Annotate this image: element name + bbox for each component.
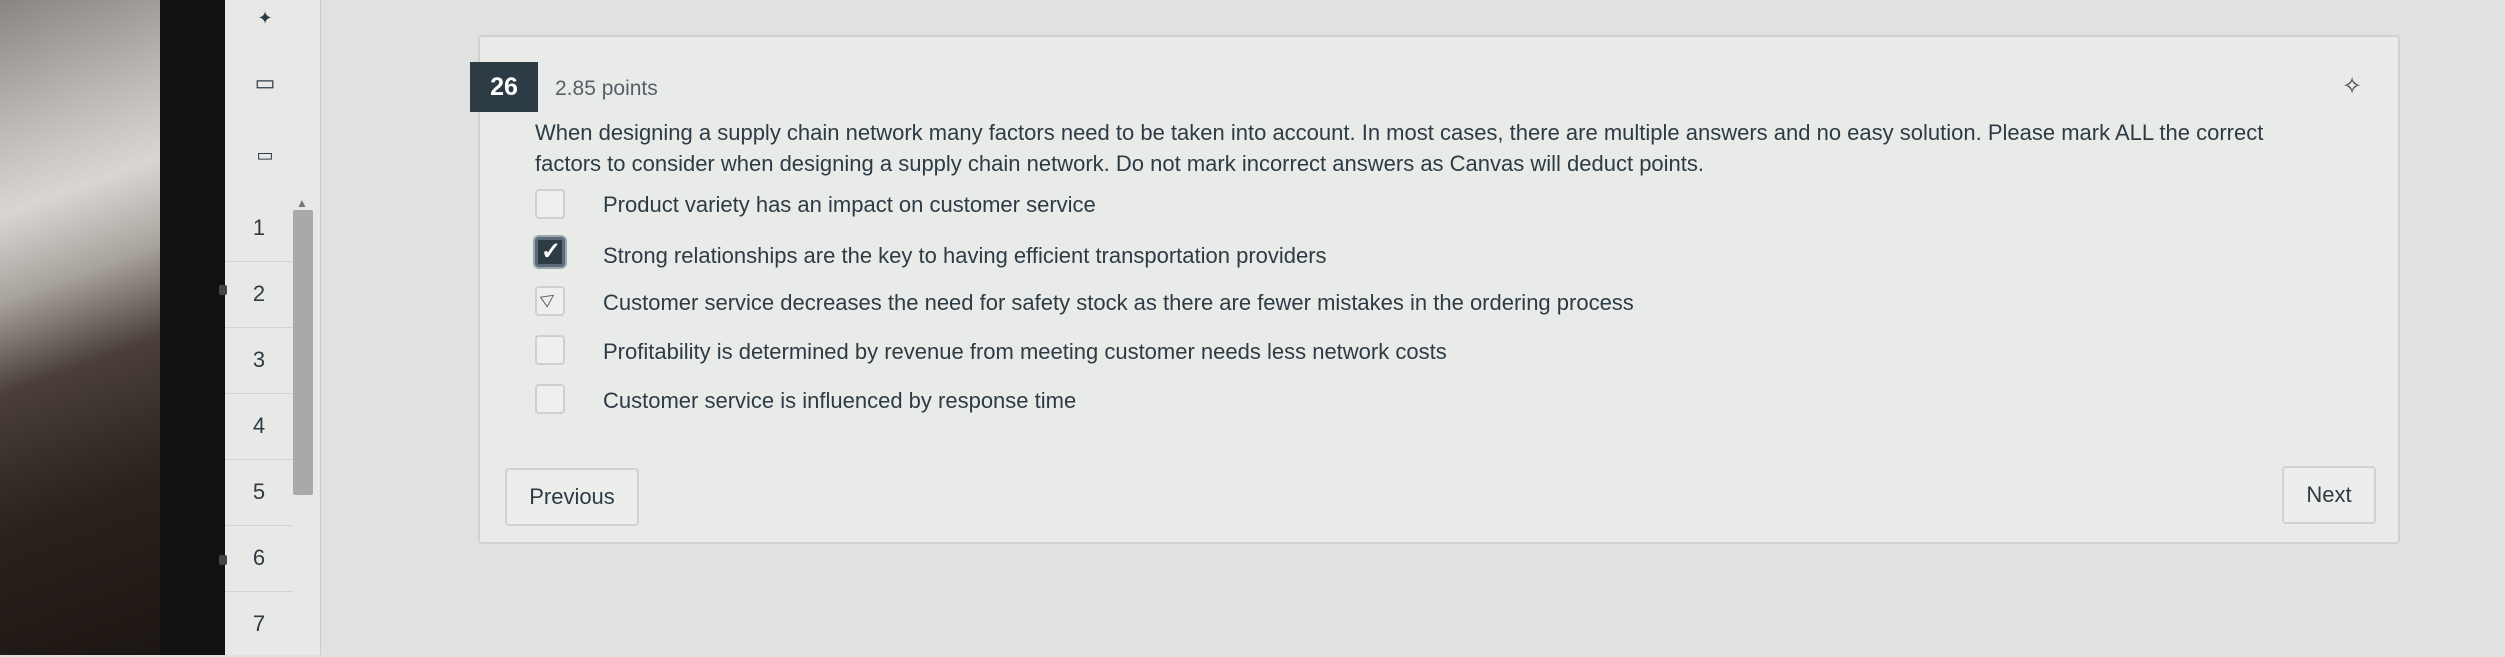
- nav-item-6[interactable]: 6: [225, 525, 293, 592]
- question-points: 2.85 points: [555, 77, 658, 100]
- answer-checkbox[interactable]: [535, 384, 565, 414]
- nav-item-2[interactable]: 2: [225, 261, 293, 328]
- answer-label: Profitability is determined by revenue f…: [603, 339, 1447, 364]
- nav-item-7[interactable]: 7: [225, 591, 293, 657]
- answer-checkbox[interactable]: [535, 335, 565, 365]
- answer-checkbox-checked[interactable]: [535, 237, 565, 267]
- question-number: 26: [470, 62, 538, 112]
- scroll-up-icon[interactable]: ▲: [296, 196, 308, 210]
- answer-label: Product variety has an impact on custome…: [603, 192, 1096, 217]
- previous-button[interactable]: Previous: [505, 468, 639, 526]
- flag-icon[interactable]: ✧: [2342, 72, 2362, 101]
- scrollbar[interactable]: [293, 210, 313, 495]
- nav-item-5[interactable]: 5: [225, 459, 293, 526]
- answer-label: Strong relationships are the key to havi…: [603, 243, 1327, 268]
- pin-icon[interactable]: ✦: [251, 8, 279, 36]
- monitor-bezel: [160, 0, 225, 655]
- bookmark-icon[interactable]: ▭: [251, 70, 279, 98]
- nav-item-1[interactable]: 1: [225, 195, 293, 262]
- nav-item-4[interactable]: 4: [225, 393, 293, 460]
- notes-icon[interactable]: ▭: [251, 145, 279, 173]
- next-button[interactable]: Next: [2282, 466, 2376, 524]
- answer-checkbox[interactable]: [535, 189, 565, 219]
- answer-checkbox[interactable]: [535, 286, 565, 316]
- nav-marker: [219, 555, 227, 565]
- answer-label: Customer service decreases the need for …: [603, 290, 1634, 315]
- question-text: When designing a supply chain network ma…: [535, 120, 2264, 176]
- answer-label: Customer service is influenced by respon…: [603, 388, 1077, 413]
- photo-background: [0, 0, 175, 655]
- nav-item-3[interactable]: 3: [225, 327, 293, 394]
- nav-marker: [219, 285, 227, 295]
